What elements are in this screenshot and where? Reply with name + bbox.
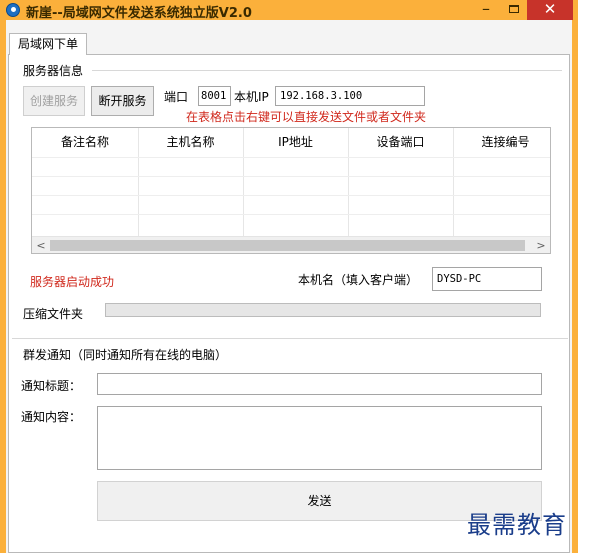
row-divider [32,157,550,158]
content-label: 通知内容： [21,410,82,424]
grid-hint: 在表格点击右键可以直接发送文件或者文件夹 [186,110,427,124]
watermark-text: 最需教育 [467,511,567,539]
horizontal-scrollbar[interactable]: < > [32,236,550,253]
compress-label: 压缩文件夹 [23,307,84,321]
tab-lan-order[interactable]: 局域网下单 [9,33,87,55]
column-header-port[interactable]: 设备端口 [348,128,453,157]
group-divider [12,338,568,339]
maximize-icon [509,5,519,13]
group-divider [92,70,562,71]
close-button[interactable]: ✕ [527,0,573,20]
compress-progress-bar [105,303,541,317]
port-label: 端口 [164,90,189,104]
column-header-hostname[interactable]: 主机名称 [138,128,243,157]
window-title: 新崖--局域网文件发送系统独立版V2.0 [26,6,252,21]
hostname-input[interactable]: DYSD-PC [432,267,542,291]
ip-input[interactable]: 192.168.3.100 [275,86,425,106]
minimize-button[interactable]: – [473,0,499,20]
scroll-right-icon[interactable]: > [535,237,547,253]
disconnect-service-button[interactable]: 断开服务 [91,86,154,116]
create-service-button[interactable]: 创建服务 [23,86,85,116]
client-table[interactable]: 备注名称 主机名称 IP地址 设备端口 连接编号 < > [31,127,551,254]
server-group-title: 服务器信息 [23,64,84,78]
scrollbar-thumb[interactable] [50,240,525,251]
column-divider [348,128,349,236]
app-icon [6,3,20,17]
ip-label: 本机IP [234,90,269,104]
subject-input[interactable] [97,373,542,395]
port-input[interactable]: 8001 [198,86,231,106]
row-divider [32,176,550,177]
column-divider [138,128,139,236]
server-status: 服务器启动成功 [30,275,115,289]
row-divider [32,195,550,196]
column-header-ip[interactable]: IP地址 [243,128,348,157]
hostname-label: 本机名（填入客户端） [298,273,419,287]
broadcast-group-title: 群发通知（同时通知所有在线的电脑） [23,348,228,362]
scroll-left-icon[interactable]: < [35,237,47,253]
subject-label: 通知标题： [21,379,82,393]
column-divider [453,128,454,236]
column-header-remark[interactable]: 备注名称 [32,128,138,157]
column-divider [243,128,244,236]
column-header-connection-id[interactable]: 连接编号 [453,128,550,157]
content-textarea[interactable] [97,406,542,470]
maximize-button[interactable] [500,0,527,20]
row-divider [32,214,550,215]
